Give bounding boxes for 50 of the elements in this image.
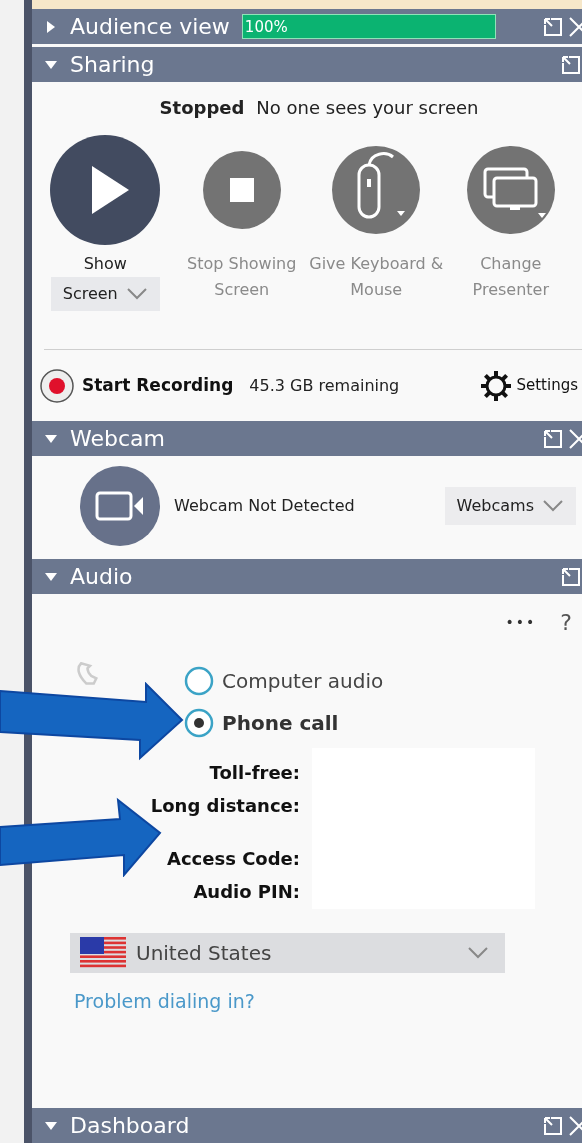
panel-title: Audience view xyxy=(70,15,230,38)
panel-header[interactable]: Webcam xyxy=(32,421,582,456)
panel-title: Dashboard xyxy=(70,1114,190,1137)
stop-icon[interactable] xyxy=(201,150,282,230)
close-icon[interactable] xyxy=(568,15,582,38)
meter-reading: 100% xyxy=(243,18,288,36)
panel-header[interactable]: Sharing xyxy=(32,47,582,82)
dial-in-label: Toll-free: xyxy=(209,761,300,785)
dial-in-label: Long distance: xyxy=(150,794,300,818)
settings-icon xyxy=(480,369,513,402)
panel-title: Audio xyxy=(70,565,133,588)
action-label[interactable]: Show xyxy=(83,251,127,277)
audio-option[interactable]: Phone call xyxy=(184,708,384,738)
chevron-down-icon xyxy=(467,946,489,960)
audio-option[interactable]: Computer audio xyxy=(184,666,384,696)
screens-icon[interactable] xyxy=(465,145,556,235)
record-button[interactable]: Start Recording xyxy=(40,368,234,403)
dial-in-label: Audio PIN: xyxy=(193,880,300,904)
more-button[interactable]: ••• xyxy=(505,611,537,633)
webcam-status: Webcam Not Detected xyxy=(174,495,355,517)
country-dropdown[interactable]: United States xyxy=(70,933,505,973)
dial-in-label: Access Code: xyxy=(166,847,300,871)
help-button[interactable]: ? xyxy=(560,605,572,639)
panel-title: Sharing xyxy=(70,53,155,76)
sharing-status: Stopped xyxy=(159,96,245,120)
popout-icon[interactable] xyxy=(560,565,582,588)
mouse-icon[interactable] xyxy=(331,145,422,235)
chevron-down-icon xyxy=(125,287,148,301)
screen-dropdown[interactable]: Screen xyxy=(50,277,160,311)
webcams-dropdown[interactable]: Webcams xyxy=(444,487,576,525)
radio-button[interactable] xyxy=(184,666,214,696)
sharing-status-text: No one sees your screen xyxy=(256,96,479,120)
close-icon[interactable] xyxy=(568,1114,582,1137)
close-icon[interactable] xyxy=(568,427,582,450)
flag-icon xyxy=(80,937,126,969)
play-icon[interactable] xyxy=(49,134,162,246)
storage-remaining: 45.3 GB remaining xyxy=(249,374,400,397)
panel-header[interactable]: Audio xyxy=(32,559,582,594)
video-camera-icon xyxy=(80,466,160,546)
radio-button[interactable] xyxy=(184,708,214,738)
popout-icon[interactable] xyxy=(542,1114,564,1137)
chevron-down-icon xyxy=(542,499,564,513)
panel-header[interactable]: Dashboard xyxy=(32,1108,582,1143)
settings-button[interactable]: Settings xyxy=(480,369,578,402)
popout-icon[interactable] xyxy=(542,15,564,38)
panel-header[interactable]: Audience view 100% xyxy=(32,9,582,44)
popout-icon[interactable] xyxy=(542,427,564,450)
record-icon xyxy=(40,368,74,403)
popout-icon[interactable] xyxy=(560,53,582,76)
panel-title: Webcam xyxy=(70,427,165,450)
